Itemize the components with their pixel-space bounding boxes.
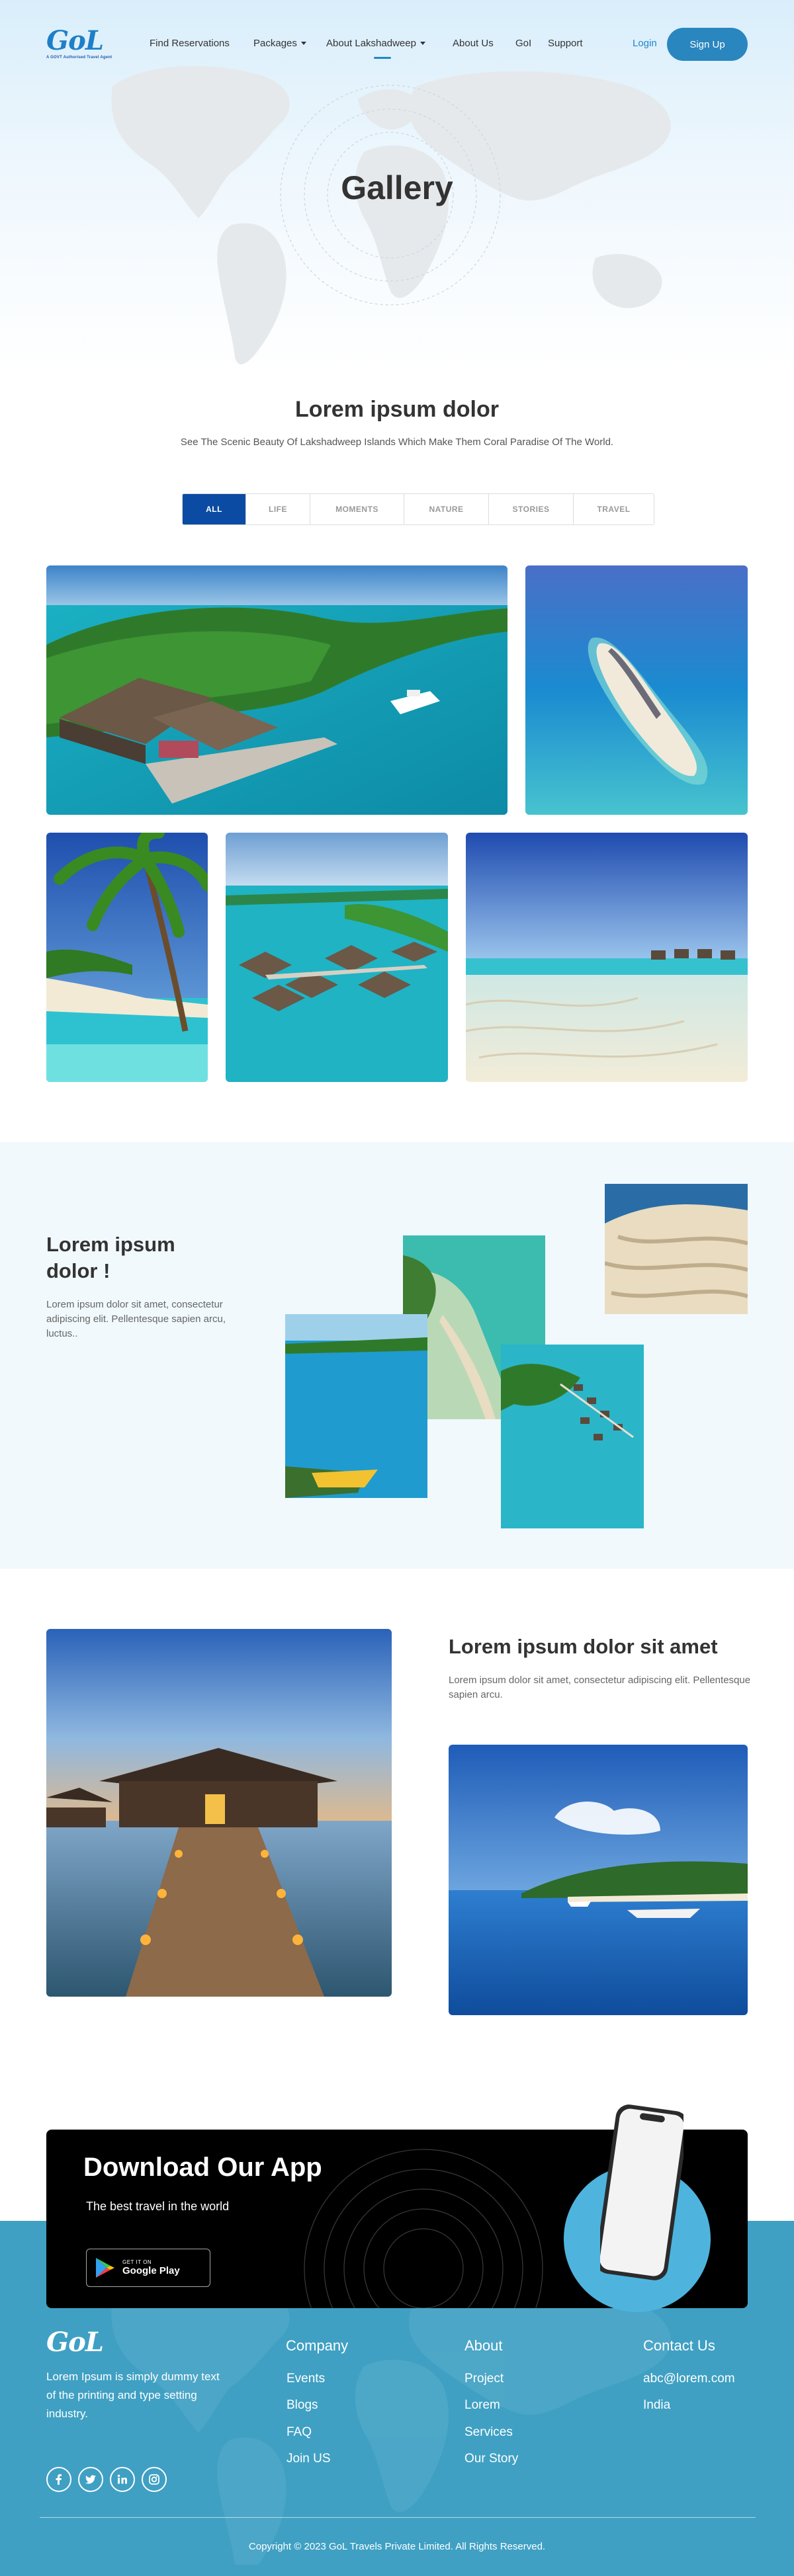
linkedin-link[interactable] xyxy=(110,2467,135,2492)
feature-title: Lorem ipsum dolor sit amet xyxy=(449,1635,718,1658)
gallery-subtitle: See The Scenic Beauty Of Lakshadweep Isl… xyxy=(180,436,614,448)
twitter-link[interactable] xyxy=(78,2467,103,2492)
footer-link-join-us[interactable]: Join US xyxy=(287,2452,331,2466)
logo-tagline: A GOVT Authorised Travel Agent xyxy=(46,56,112,60)
collage-image-boat-lagoon[interactable] xyxy=(285,1314,427,1498)
signup-button[interactable]: Sign Up xyxy=(667,28,748,61)
instagram-icon xyxy=(149,2474,159,2485)
linkedin-icon xyxy=(117,2474,127,2484)
app-banner-subtitle: The best travel in the world xyxy=(86,2200,230,2213)
highlight-title: Lorem ipsum dolor ! xyxy=(46,1233,175,1282)
gallery-filter-tabs: ALL LIFE MOMENTS NATURE STORIES TRAVEL xyxy=(182,493,654,525)
logo[interactable]: GoL A GOVT Authorised Travel Agent xyxy=(46,26,112,63)
highlight-text: Lorem ipsum dolor sit amet, consectetur … xyxy=(46,1299,226,1339)
collage-image-resort-aerial[interactable] xyxy=(501,1345,644,1528)
collage-image-sand-waves[interactable] xyxy=(605,1184,748,1314)
footer-link-project[interactable]: Project xyxy=(464,2372,504,2386)
footer-link-blogs[interactable]: Blogs xyxy=(287,2398,318,2413)
footer-divider xyxy=(40,2517,756,2518)
logo-text: GoL xyxy=(46,25,104,56)
footer-link-events[interactable]: Events xyxy=(287,2372,325,2386)
nav-goi[interactable]: GoI xyxy=(515,38,531,49)
tab-nature[interactable]: NATURE xyxy=(404,494,489,524)
nav-active-indicator xyxy=(374,57,391,59)
page-title: Gallery xyxy=(341,169,453,206)
gallery-image-water-villas[interactable] xyxy=(226,833,448,1082)
nav-packages[interactable]: Packages xyxy=(253,38,306,49)
tab-life[interactable]: LIFE xyxy=(246,494,310,524)
footer-link-lorem[interactable]: Lorem xyxy=(464,2398,500,2413)
instagram-link[interactable] xyxy=(142,2467,167,2492)
footer-link-services[interactable]: Services xyxy=(464,2425,513,2440)
footer-contact-country: India xyxy=(643,2398,671,2412)
gallery-image-sand-ripples[interactable] xyxy=(466,833,748,1082)
gallery-title: Lorem ipsum dolor xyxy=(295,397,499,422)
twitter-icon xyxy=(85,2475,96,2484)
nav-find-reservations[interactable]: Find Reservations xyxy=(150,38,230,49)
footer-about-title: About xyxy=(464,2337,503,2354)
nav-packages-label: Packages xyxy=(253,38,297,49)
footer-company-title: Company xyxy=(286,2337,349,2354)
footer-link-our-story[interactable]: Our Story xyxy=(464,2452,518,2466)
chevron-down-icon xyxy=(300,42,306,45)
chevron-down-icon xyxy=(419,42,425,45)
tab-moments[interactable]: MOMENTS xyxy=(310,494,404,524)
login-link[interactable]: Login xyxy=(633,38,657,49)
app-banner-title: Download Our App xyxy=(83,2153,322,2182)
decorative-arcs xyxy=(304,2149,543,2308)
feature-image-island-boats[interactable] xyxy=(449,1745,748,2015)
feature-text: Lorem ipsum dolor sit amet, consectetur … xyxy=(449,1675,751,1700)
phone-illustration xyxy=(600,2104,684,2280)
gallery-image-palm-beach[interactable] xyxy=(46,833,208,1082)
facebook-link[interactable] xyxy=(46,2467,71,2492)
nav-about-us[interactable]: About Us xyxy=(453,38,494,49)
tab-all[interactable]: ALL xyxy=(183,494,246,524)
footer-link-faq[interactable]: FAQ xyxy=(287,2425,312,2440)
feature-image-pier-sunset[interactable] xyxy=(46,1629,392,1997)
google-play-button[interactable]: GET IT ON Google Play xyxy=(86,2249,210,2287)
footer-contact-title: Contact Us xyxy=(643,2337,715,2354)
tab-travel[interactable]: TRAVEL xyxy=(574,494,654,524)
gallery-image-island-airstrip[interactable] xyxy=(525,565,748,815)
google-play-small-text: GET IT ON xyxy=(122,2259,152,2265)
nav-about-lakshadweep[interactable]: About Lakshadweep xyxy=(326,38,425,49)
nav-support[interactable]: Support xyxy=(548,38,583,49)
copyright-text: Copyright © 2023 GoL Travels Private Lim… xyxy=(248,2541,546,2552)
footer-about-text: Lorem Ipsum is simply dummy text of the … xyxy=(46,2370,220,2420)
gallery-image-resort-pier[interactable] xyxy=(46,565,507,815)
footer-contact-email[interactable]: abc@lorem.com xyxy=(643,2372,735,2386)
footer-logo-text: GoL xyxy=(46,2327,104,2358)
facebook-icon xyxy=(56,2474,62,2485)
top-navbar: GoL A GOVT Authorised Travel Agent Find … xyxy=(0,0,794,86)
footer-logo[interactable]: GoL xyxy=(46,2327,104,2358)
tab-stories[interactable]: STORIES xyxy=(489,494,574,524)
nav-about-lakshadweep-label: About Lakshadweep xyxy=(326,38,416,49)
google-play-label: Google Play xyxy=(122,2265,180,2276)
google-play-icon xyxy=(96,2258,114,2278)
